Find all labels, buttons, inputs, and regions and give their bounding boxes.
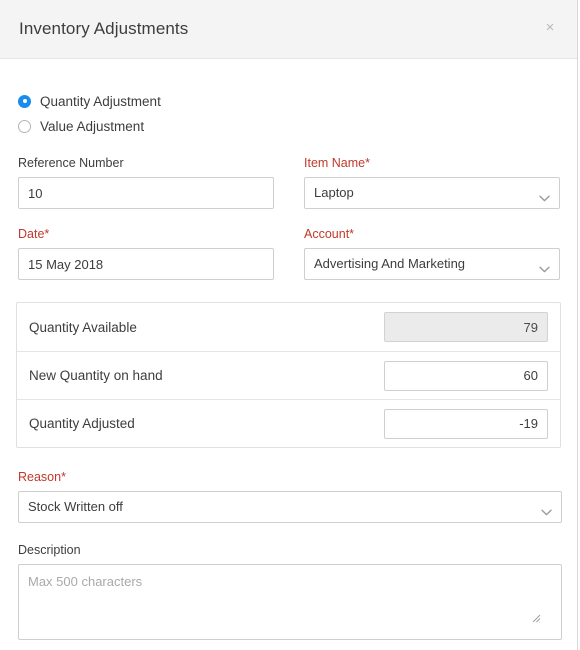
modal-body: Quantity Adjustment Value Adjustment Ref…: [0, 59, 577, 640]
date-input[interactable]: [18, 248, 274, 280]
row-label-new-quantity-on-hand: New Quantity on hand: [29, 368, 163, 383]
new-quantity-on-hand-input[interactable]: [384, 360, 548, 391]
close-icon[interactable]: ×: [540, 18, 560, 38]
quantity-adjusted-input[interactable]: [384, 408, 548, 439]
label-account: Account*: [304, 227, 560, 241]
radio-selected-icon: [18, 94, 31, 108]
radio-option-value-adjustment[interactable]: Value Adjustment: [18, 114, 577, 138]
quantity-available-input: [384, 312, 548, 342]
label-reference-number: Reference Number: [18, 156, 124, 170]
radio-unselected-icon: [18, 119, 31, 133]
item-name-select[interactable]: Laptop: [304, 177, 560, 209]
label-item-name: Item Name*: [304, 156, 560, 170]
table-row: New Quantity on hand: [17, 351, 560, 399]
reason-selected-value[interactable]: Stock Written off: [18, 491, 562, 523]
radio-label-quantity-adjustment: Quantity Adjustment: [40, 93, 161, 109]
required-marker-account: *: [349, 227, 355, 241]
item-name-selected-value[interactable]: Laptop: [304, 177, 560, 209]
description-textarea[interactable]: [18, 564, 562, 640]
required-marker-reason: *: [61, 470, 66, 484]
row-label-quantity-adjusted: Quantity Adjusted: [29, 416, 135, 431]
adjustment-type-radio-group: Quantity Adjustment Value Adjustment: [0, 59, 577, 138]
account-select[interactable]: Advertising And Marketing: [304, 248, 560, 280]
radio-option-quantity-adjustment[interactable]: Quantity Adjustment: [18, 89, 577, 113]
required-marker-date: *: [44, 227, 50, 241]
field-reason: Reason* Stock Written off: [18, 470, 562, 523]
label-date: Date*: [18, 227, 274, 241]
row-label-quantity-available: Quantity Available: [29, 319, 137, 335]
table-row: Quantity Adjusted: [17, 399, 560, 447]
reference-number-input[interactable]: [18, 177, 274, 209]
field-description: Description: [18, 543, 562, 640]
field-date: Date*: [18, 227, 274, 280]
reason-select[interactable]: Stock Written off: [18, 491, 562, 523]
form-row-1: Reference Number Item Name* Laptop: [0, 138, 577, 209]
required-marker-item-name: *: [365, 156, 371, 170]
label-account-text: Account: [304, 227, 350, 241]
label-reason-text: Reason: [18, 470, 62, 484]
inventory-adjustments-modal: Inventory Adjustments × Quantity Adjustm…: [0, 0, 578, 650]
field-account: Account* Advertising And Marketing: [304, 227, 560, 280]
label-description: Description: [18, 543, 81, 557]
label-date-text: Date: [18, 227, 45, 241]
account-selected-value[interactable]: Advertising And Marketing: [304, 248, 560, 280]
table-row: Quantity Available: [17, 303, 560, 351]
modal-header: Inventory Adjustments ×: [0, 0, 577, 59]
quantity-table: Quantity Available New Quantity on hand …: [16, 302, 561, 448]
page-title: Inventory Adjustments: [19, 19, 189, 38]
form-row-2: Date* Account* Advertising And Marketing: [0, 209, 577, 280]
radio-label-value-adjustment: Value Adjustment: [40, 118, 145, 134]
field-reference-number: Reference Number: [18, 156, 274, 209]
field-item-name: Item Name* Laptop: [304, 156, 560, 209]
label-item-name-text: Item Name: [304, 156, 366, 170]
label-reason: Reason*: [18, 470, 561, 484]
